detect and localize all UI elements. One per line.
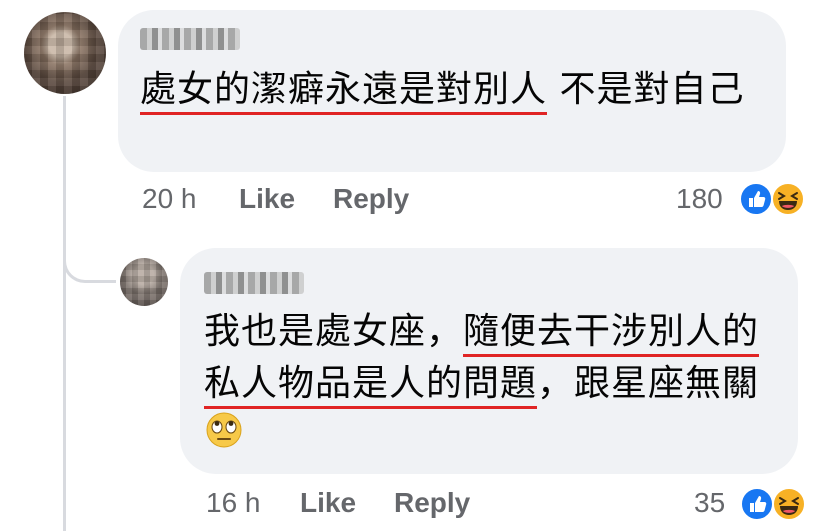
comment-text-rest: 不是對自己 <box>547 69 745 110</box>
reply-button[interactable]: Reply <box>333 183 409 215</box>
avatar[interactable] <box>24 12 106 94</box>
thread-line <box>63 96 66 531</box>
like-button[interactable]: Like <box>300 487 356 519</box>
haha-icon[interactable] <box>771 182 805 216</box>
reply-text: 我也是處女座，隨便去干涉別人的私人物品是人的問題，跟星座無關 <box>204 306 784 465</box>
avatar[interactable] <box>120 258 168 306</box>
thread-connector <box>63 240 116 283</box>
comment-author-name-blurred[interactable] <box>140 28 240 50</box>
reaction-count[interactable]: 180 <box>676 183 723 215</box>
reply-timestamp[interactable]: 16 h <box>206 487 261 519</box>
reply-text-part1: 我也是處女座， <box>204 311 464 352</box>
comment-timestamp[interactable]: 20 h <box>142 183 197 215</box>
like-icon[interactable] <box>740 487 774 521</box>
underlined-text: 處女的潔癖永遠是對別人 <box>140 69 548 115</box>
reaction-count[interactable]: 35 <box>694 487 725 519</box>
haha-icon[interactable] <box>772 487 806 521</box>
reply-button[interactable]: Reply <box>394 487 470 519</box>
reply-author-name-blurred[interactable] <box>204 272 304 294</box>
eye-roll-emoji <box>204 410 244 465</box>
like-button[interactable]: Like <box>239 183 295 215</box>
reply-text-part2: ，跟星座無關 <box>537 363 760 404</box>
comment-text: 處女的潔癖永遠是對別人 不是對自己 <box>140 64 760 116</box>
like-icon[interactable] <box>739 182 773 216</box>
